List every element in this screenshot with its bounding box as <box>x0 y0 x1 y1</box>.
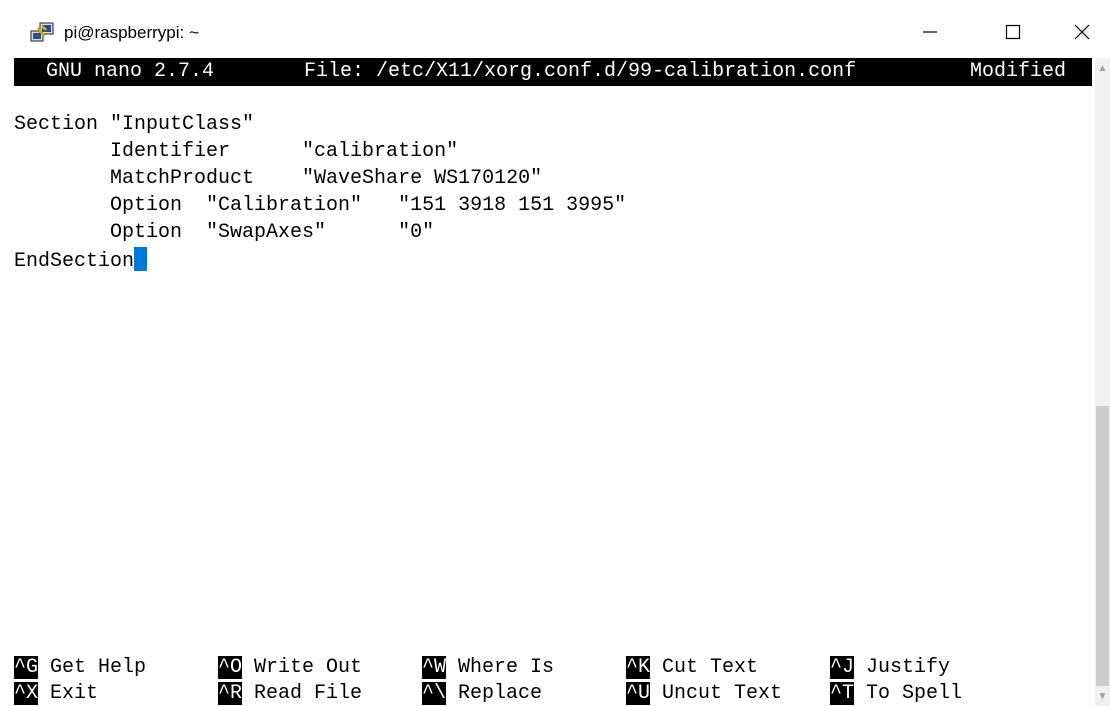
shortcut-where-is[interactable]: ^W Where Is <box>422 655 554 681</box>
shortcut-label: To Spell <box>866 682 963 705</box>
shortcut-label: Get Help <box>50 656 147 679</box>
window-titlebar[interactable]: pi@raspberrypi: ~ <box>0 0 1110 58</box>
shortcut-get-help[interactable]: ^G Get Help <box>14 655 146 681</box>
editor-line: Option "Calibration" "151 3918 151 3995" <box>14 194 627 217</box>
shortcut-key: ^R <box>218 682 243 705</box>
close-icon <box>1074 24 1090 40</box>
shortcut-key: ^O <box>218 656 243 679</box>
shortcut-label: Justify <box>866 656 951 679</box>
shortcut-label: Where Is <box>458 656 555 679</box>
scroll-up-arrow-icon[interactable]: ▲ <box>1095 60 1110 76</box>
shortcut-label: Read File <box>254 682 363 705</box>
shortcut-label: Write Out <box>254 656 363 679</box>
shortcut-key: ^W <box>422 656 447 679</box>
shortcut-key: ^K <box>626 656 651 679</box>
shortcut-key: ^X <box>14 682 39 705</box>
editor-line: Section "InputClass" <box>14 113 255 136</box>
shortcut-label: Uncut Text <box>662 682 783 705</box>
nano-shortcut-bar: ^G Get Help ^O Write Out ^W Where Is ^K Cut … <box>14 655 1092 706</box>
shortcut-key: ^T <box>830 682 855 705</box>
shortcut-key: ^\ <box>422 682 447 705</box>
shortcut-cut-text[interactable]: ^K Cut Text <box>626 655 758 681</box>
shortcut-key: ^J <box>830 656 855 679</box>
shortcut-label: Replace <box>458 682 543 705</box>
shortcut-to-spell[interactable]: ^T To Spell <box>830 681 962 706</box>
editor-line-text: EndSection <box>14 250 135 273</box>
nano-header-bar: GNU nano 2.7.4 File: /etc/X11/xorg.conf.… <box>14 58 1092 86</box>
window-title: pi@raspberrypi: ~ <box>64 23 199 42</box>
nano-version: GNU nano 2.7.4 <box>46 60 215 83</box>
shortcut-uncut-text[interactable]: ^U Uncut Text <box>626 681 782 706</box>
shortcut-key: ^U <box>626 682 651 705</box>
nano-modified-status: Modified <box>970 60 1067 83</box>
scroll-down-arrow-icon[interactable]: ▼ <box>1095 688 1110 704</box>
maximize-button[interactable] <box>990 10 1036 54</box>
scrollbar-thumb[interactable] <box>1096 406 1109 686</box>
editor-line: Option "SwapAxes" "0" <box>14 221 435 244</box>
shortcut-replace[interactable]: ^\ Replace <box>422 681 542 706</box>
editor-line: MatchProduct "WaveShare WS170120" <box>14 167 543 190</box>
nano-filename: File: /etc/X11/xorg.conf.d/99-calibratio… <box>304 60 857 83</box>
shortcut-label: Exit <box>50 682 99 705</box>
vertical-scrollbar[interactable]: ▲ ▼ <box>1095 58 1110 706</box>
shortcut-write-out[interactable]: ^O Write Out <box>218 655 362 681</box>
shortcut-label: Cut Text <box>662 656 759 679</box>
maximize-icon <box>1005 24 1021 40</box>
minimize-icon <box>923 31 937 33</box>
shortcut-key: ^G <box>14 656 39 679</box>
shortcut-exit[interactable]: ^X Exit <box>14 681 98 706</box>
terminal-area[interactable]: GNU nano 2.7.4 File: /etc/X11/xorg.conf.… <box>0 58 1095 706</box>
minimize-button[interactable] <box>907 10 953 54</box>
editor-line-last: EndSection <box>14 247 148 273</box>
putty-icon <box>30 22 54 42</box>
shortcut-justify[interactable]: ^J Justify <box>830 655 950 681</box>
close-button[interactable] <box>1059 10 1105 54</box>
shortcut-read-file[interactable]: ^R Read File <box>218 681 362 706</box>
text-cursor <box>134 247 148 271</box>
editor-line: Identifier "calibration" <box>14 140 459 163</box>
